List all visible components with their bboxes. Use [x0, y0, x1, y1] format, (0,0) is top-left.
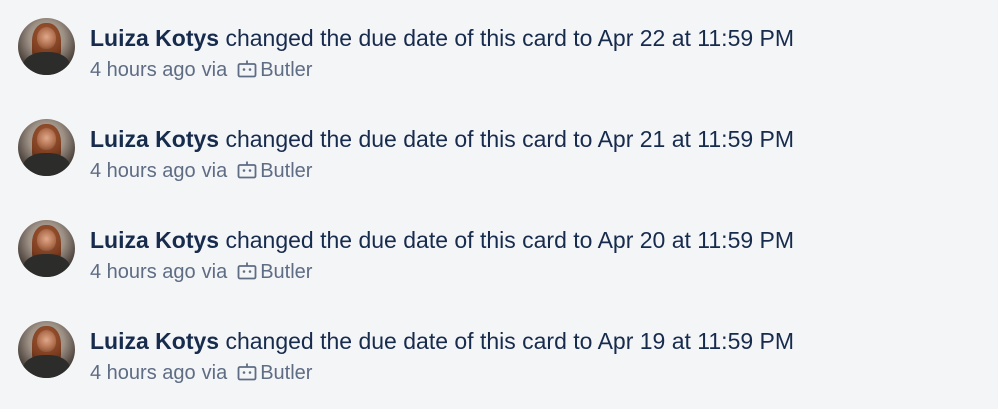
activity-item: Luiza Kotys changed the due date of this…	[18, 321, 978, 391]
robot-icon	[237, 262, 257, 280]
activity-meta: 4 hours ago via Butler	[90, 159, 794, 183]
activity-content: Luiza Kotys changed the due date of this…	[90, 220, 794, 284]
activity-action: changed the due date of this card to Apr…	[225, 227, 795, 253]
user-avatar[interactable]	[18, 220, 75, 277]
user-avatar[interactable]	[18, 18, 75, 75]
activity-description: Luiza Kotys changed the due date of this…	[90, 220, 794, 260]
activity-description: Luiza Kotys changed the due date of this…	[90, 18, 794, 58]
activity-action: changed the due date of this card to Apr…	[225, 25, 795, 51]
author-name[interactable]: Luiza Kotys	[90, 227, 219, 253]
activity-timestamp[interactable]: 4 hours ago	[90, 361, 196, 385]
butler-link[interactable]: Butler	[260, 58, 312, 82]
robot-icon	[237, 161, 257, 179]
author-name[interactable]: Luiza Kotys	[90, 25, 219, 51]
activity-meta: 4 hours ago via Butler	[90, 58, 794, 82]
robot-icon	[237, 363, 257, 381]
activity-meta: 4 hours ago via Butler	[90, 361, 794, 385]
author-name[interactable]: Luiza Kotys	[90, 126, 219, 152]
via-label: via	[201, 160, 228, 182]
user-avatar[interactable]	[18, 321, 75, 378]
activity-action: changed the due date of this card to Apr…	[225, 328, 795, 354]
activity-item: Luiza Kotys changed the due date of this…	[18, 119, 978, 189]
activity-content: Luiza Kotys changed the due date of this…	[90, 18, 794, 82]
activity-feed: Luiza Kotys changed the due date of this…	[0, 0, 998, 409]
author-name[interactable]: Luiza Kotys	[90, 328, 219, 354]
activity-item: Luiza Kotys changed the due date of this…	[18, 18, 978, 88]
robot-icon	[237, 60, 257, 78]
activity-content: Luiza Kotys changed the due date of this…	[90, 119, 794, 183]
activity-description: Luiza Kotys changed the due date of this…	[90, 119, 794, 159]
butler-link[interactable]: Butler	[260, 159, 312, 183]
via-label: via	[201, 362, 228, 384]
activity-action: changed the due date of this card to Apr…	[225, 126, 795, 152]
activity-timestamp[interactable]: 4 hours ago	[90, 58, 196, 82]
butler-link[interactable]: Butler	[260, 260, 312, 284]
activity-content: Luiza Kotys changed the due date of this…	[90, 321, 794, 385]
activity-item: Luiza Kotys changed the due date of this…	[18, 220, 978, 290]
activity-timestamp[interactable]: 4 hours ago	[90, 260, 196, 284]
butler-link[interactable]: Butler	[260, 361, 312, 385]
via-label: via	[201, 261, 228, 283]
activity-description: Luiza Kotys changed the due date of this…	[90, 321, 794, 361]
user-avatar[interactable]	[18, 119, 75, 176]
via-label: via	[201, 59, 228, 81]
activity-meta: 4 hours ago via Butler	[90, 260, 794, 284]
activity-timestamp[interactable]: 4 hours ago	[90, 159, 196, 183]
